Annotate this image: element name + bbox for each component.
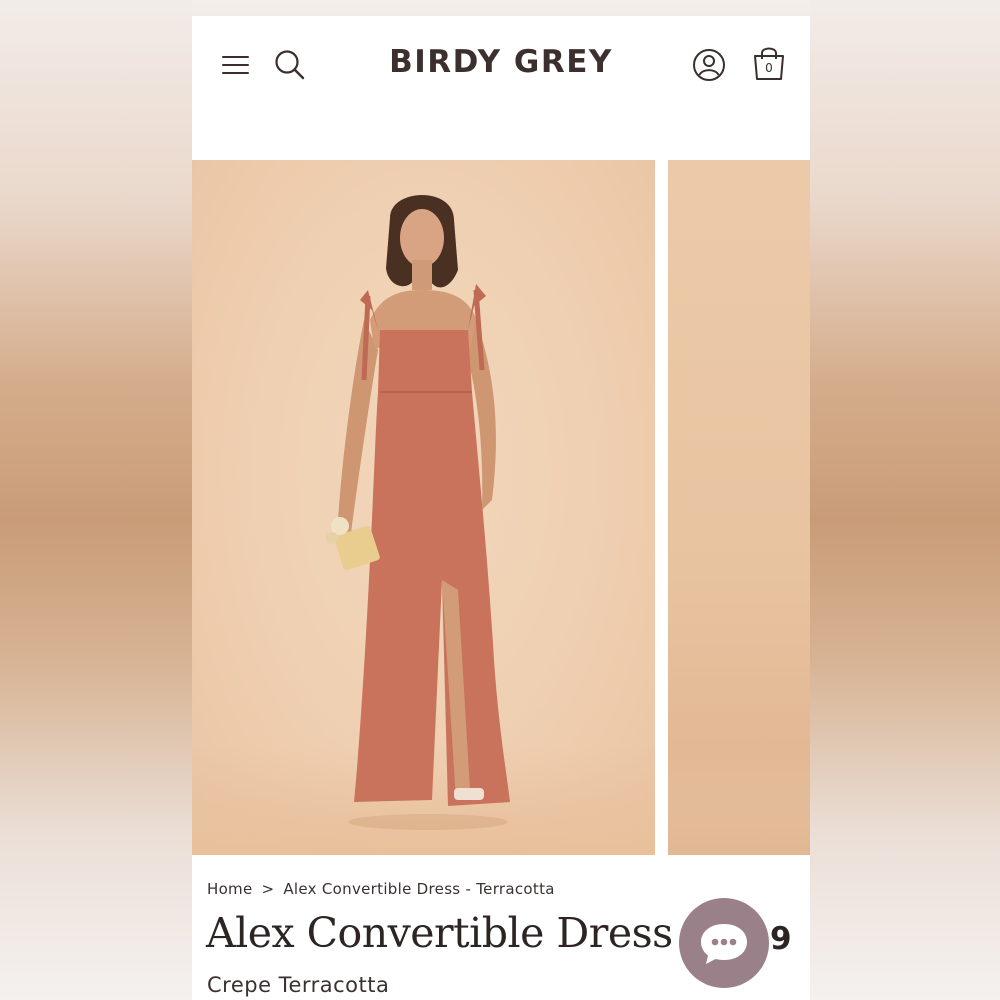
breadcrumb-current: Alex Convertible Dress - Terracotta: [283, 880, 555, 898]
product-main-image[interactable]: [192, 160, 655, 855]
cart-count: 0: [765, 61, 773, 75]
breadcrumb: Home > Alex Convertible Dress - Terracotta: [207, 880, 555, 898]
breadcrumb-separator: >: [261, 880, 275, 898]
background-left: [0, 0, 192, 1000]
product-price: 9: [770, 921, 792, 957]
account-icon[interactable]: [692, 48, 726, 82]
product-title: Alex Convertible Dress: [206, 909, 673, 957]
background-right: [810, 0, 1000, 1000]
mobile-page: BIRDY GREY 0 Home > Alex Convertible Dre…: [192, 16, 810, 1000]
breadcrumb-home-link[interactable]: Home: [207, 880, 253, 898]
shopping-bag-icon[interactable]: 0: [750, 43, 788, 83]
site-header: BIRDY GREY 0: [192, 16, 810, 160]
chat-button[interactable]: [679, 898, 769, 988]
next-image-floor-shadow: [668, 775, 810, 855]
next-product-image[interactable]: [668, 160, 810, 855]
product-subtitle: Crepe Terracotta: [207, 973, 390, 997]
model-figure: [326, 195, 510, 830]
chat-bubble-icon: [701, 924, 747, 964]
